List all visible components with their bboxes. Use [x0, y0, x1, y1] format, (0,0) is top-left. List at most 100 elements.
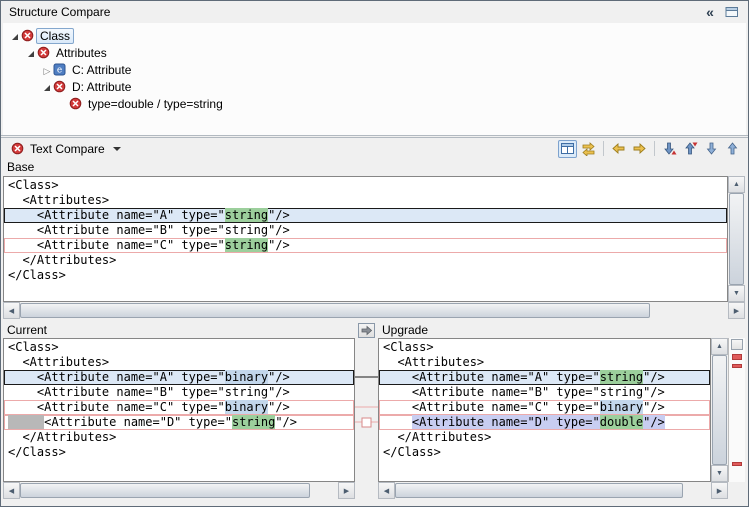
scroll-right-icon[interactable]: ▶ — [711, 482, 728, 499]
text-compare-header: Text Compare — [1, 137, 748, 159]
tree-item-label: Class — [36, 28, 74, 44]
diff-handle — [362, 418, 371, 427]
svg-text:e: e — [57, 66, 62, 76]
minimize-panel-icon[interactable] — [724, 4, 740, 20]
diff-icon — [21, 29, 36, 42]
previous-change-button[interactable] — [723, 140, 742, 158]
code-text: "/> — [268, 400, 290, 414]
code-line[interactable]: <Class> — [4, 340, 354, 355]
code-line[interactable]: </Attributes> — [4, 253, 727, 268]
code-line[interactable]: <Class> — [379, 340, 710, 355]
tree-expanded-icon[interactable] — [9, 29, 21, 43]
scroll-right-icon[interactable]: ▶ — [338, 482, 355, 499]
code-line[interactable]: <Attribute name="B" type="string"/> — [379, 385, 710, 400]
tree-collapsed-icon[interactable]: ▷ — [41, 63, 53, 77]
tree-expanded-icon[interactable] — [41, 80, 53, 94]
code-text: "/> — [643, 370, 665, 384]
current-editor[interactable]: <Class> <Attributes> <Attribute name="A"… — [3, 338, 355, 482]
code-line[interactable]: </Class> — [4, 445, 354, 460]
chevron-down-icon[interactable] — [113, 147, 121, 151]
scroll-thumb[interactable] — [729, 193, 744, 285]
splitter[interactable] — [1, 135, 748, 136]
tree-item[interactable]: ▷eC: Attribute — [3, 61, 746, 78]
structure-compare-header: Structure Compare « — [1, 1, 748, 23]
diff-highlight-segment: <Attribute name="D" type=" — [412, 415, 600, 429]
upgrade-editor[interactable]: <Class> <Attributes> <Attribute name="A"… — [378, 338, 711, 482]
code-text: <Attributes> — [8, 355, 109, 369]
code-line[interactable]: <Attributes> — [4, 355, 354, 370]
next-difference-button[interactable] — [660, 140, 679, 158]
scroll-left-icon[interactable]: ◀ — [3, 482, 20, 499]
diff-highlight-segment: binary — [225, 400, 268, 414]
copy-all-right-to-left-button[interactable] — [609, 140, 628, 158]
code-line[interactable]: <Attribute name="B" type="string"/> — [4, 223, 727, 238]
diff-highlight-segment — [8, 415, 44, 429]
code-line[interactable]: <Attribute name="B" type="string"/> — [4, 385, 354, 400]
base-horizontal-scrollbar[interactable]: ◀ ▶ — [3, 302, 745, 319]
code-line[interactable]: <Attribute name="C" type="string"/> — [4, 238, 727, 253]
upgrade-vertical-scrollbar[interactable]: ▲ ▼ — [711, 338, 728, 482]
code-text: "/> — [643, 400, 665, 414]
upgrade-horizontal-scrollbar[interactable]: ◀ ▶ — [378, 482, 728, 499]
scroll-thumb[interactable] — [20, 483, 310, 498]
tree-item-label: type=double / type=string — [84, 96, 227, 112]
code-text: <Attribute name="A" type=" — [383, 370, 600, 384]
diff-connector-strip[interactable] — [355, 338, 378, 482]
code-line[interactable]: <Attribute name="A" type="binary"/> — [4, 370, 354, 385]
overview-header-button[interactable] — [731, 339, 743, 350]
next-change-button[interactable] — [702, 140, 721, 158]
scroll-thumb[interactable] — [712, 355, 727, 465]
tree-item[interactable]: type=double / type=string — [3, 95, 746, 112]
code-text: <Attribute name="D" type=" — [44, 415, 232, 429]
scroll-up-icon[interactable]: ▲ — [728, 176, 745, 193]
diff-highlight-segment: string — [225, 208, 268, 222]
code-text: <Attribute name="C" type=" — [8, 238, 225, 252]
code-line[interactable]: <Attribute name="D" type="double"/> — [379, 415, 710, 430]
code-line[interactable]: </Class> — [379, 445, 710, 460]
scroll-thumb[interactable] — [20, 303, 650, 318]
code-line[interactable]: <Attribute name="C" type="binary"/> — [4, 400, 354, 415]
copy-all-left-to-right-button[interactable] — [630, 140, 649, 158]
tree-expanded-icon[interactable] — [25, 46, 37, 60]
show-ancestor-pane-button[interactable] — [558, 140, 577, 158]
tree-item-label: Attributes — [52, 45, 111, 61]
code-line[interactable]: <Attributes> — [4, 193, 727, 208]
swap-left-right-button[interactable] — [579, 140, 598, 158]
code-line[interactable]: </Attributes> — [4, 430, 354, 445]
tree-item[interactable]: Class — [3, 27, 746, 44]
code-line[interactable]: <Attribute name="C" type="binary"/> — [379, 400, 710, 415]
scroll-left-icon[interactable]: ◀ — [378, 482, 395, 499]
diff-marker[interactable] — [732, 364, 742, 368]
previous-difference-button[interactable] — [681, 140, 700, 158]
collapse-all-icon[interactable]: « — [702, 4, 718, 20]
scroll-down-icon[interactable]: ▼ — [728, 285, 745, 302]
code-line[interactable]: <Attribute name="A" type="string"/> — [4, 208, 727, 223]
code-line[interactable]: <Attributes> — [379, 355, 710, 370]
attribute-icon: e — [53, 63, 68, 76]
code-line[interactable]: </Attributes> — [379, 430, 710, 445]
compare-editor-window: Structure Compare « ClassAttributes▷eC: … — [0, 0, 749, 507]
code-line[interactable]: <Attribute name="D" type="string"/> — [4, 415, 354, 430]
diff-overview-ruler[interactable] — [728, 338, 745, 482]
diff-marker[interactable] — [732, 462, 742, 466]
code-line[interactable]: </Class> — [4, 268, 727, 283]
scroll-right-icon[interactable]: ▶ — [728, 302, 745, 319]
tree-item[interactable]: D: Attribute — [3, 78, 746, 95]
diff-highlight-segment: binary — [600, 400, 643, 414]
base-editor[interactable]: <Class> <Attributes> <Attribute name="A"… — [3, 176, 728, 302]
scroll-thumb[interactable] — [395, 483, 683, 498]
scroll-left-icon[interactable]: ◀ — [3, 302, 20, 319]
structure-compare-title: Structure Compare — [1, 5, 110, 19]
merge-direction-button[interactable] — [358, 323, 375, 338]
tree-item[interactable]: Attributes — [3, 44, 746, 61]
scroll-up-icon[interactable]: ▲ — [711, 338, 728, 355]
diff-marker[interactable] — [732, 354, 742, 360]
structure-tree[interactable]: ClassAttributes▷eC: AttributeD: Attribut… — [3, 23, 746, 135]
current-horizontal-scrollbar[interactable]: ◀ ▶ — [3, 482, 355, 499]
text-compare-title: Text Compare — [30, 142, 105, 156]
scroll-down-icon[interactable]: ▼ — [711, 465, 728, 482]
code-line[interactable]: <Class> — [4, 178, 727, 193]
code-line[interactable]: <Attribute name="A" type="string"/> — [379, 370, 710, 385]
base-vertical-scrollbar[interactable]: ▲ ▼ — [728, 176, 745, 302]
diff-highlight-segment: string — [225, 238, 268, 252]
